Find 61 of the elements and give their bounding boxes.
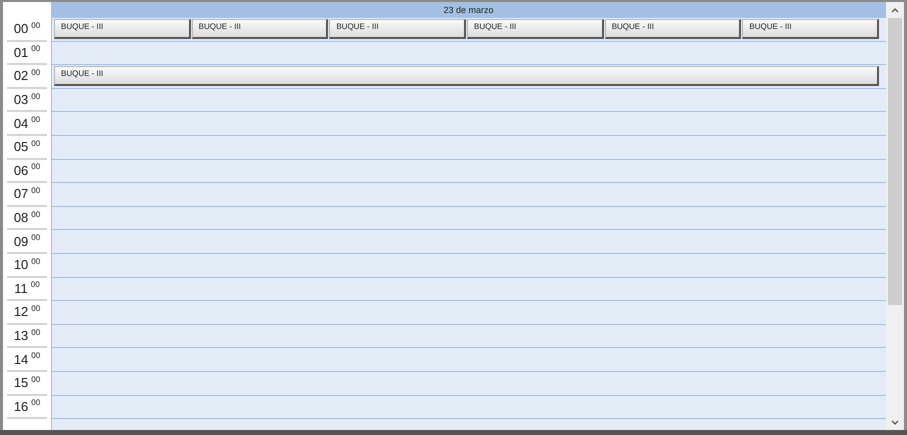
time-slot[interactable]: BUQUE - III [51, 65, 886, 89]
appointment[interactable]: BUQUE - III [329, 19, 466, 39]
hour-label: 14 [14, 352, 28, 366]
minutes-label: 00 [31, 352, 40, 360]
time-slot[interactable] [51, 230, 886, 254]
day-header: 23 de marzo [51, 2, 886, 18]
hour-label: 05 [14, 140, 28, 154]
time-slot[interactable] [51, 183, 886, 207]
minutes-label: 00 [31, 376, 40, 384]
hour-label: 03 [14, 93, 28, 106]
minutes-label: 00 [31, 140, 40, 148]
time-slot[interactable] [51, 348, 886, 372]
hour-label: 06 [14, 164, 28, 177]
minutes-label: 00 [31, 116, 40, 124]
minutes-label: 00 [31, 234, 40, 242]
minutes-label: 00 [31, 163, 40, 172]
time-slot[interactable] [51, 112, 886, 136]
minutes-label: 00 [30, 281, 40, 290]
hour-label: 00 [14, 22, 28, 36]
minutes-label: 00 [31, 210, 40, 219]
hour-label: 10 [14, 258, 28, 272]
hour-label: 07 [14, 187, 28, 200]
hour-label: 08 [14, 211, 28, 224]
time-slot[interactable] [51, 372, 886, 396]
appointment[interactable]: BUQUE - III [54, 19, 191, 39]
time-slot[interactable] [51, 42, 886, 66]
minutes-label: 00 [31, 22, 40, 30]
time-slot[interactable] [51, 254, 886, 278]
hour-label: 16 [14, 400, 28, 413]
appointment[interactable]: BUQUE - III [192, 19, 328, 39]
time-slot[interactable] [51, 160, 886, 184]
time-slot[interactable] [51, 88, 886, 112]
time-slot[interactable] [51, 206, 886, 230]
appointment[interactable]: BUQUE - III [467, 19, 604, 39]
time-slot[interactable] [51, 136, 886, 160]
time-slot[interactable]: BUQUE - III BUQUE - III BUQUE - III BUQUE - III BUQUE - III BUQUE - III [51, 18, 886, 42]
time-slot[interactable] [51, 301, 886, 325]
minutes-label: 00 [31, 186, 40, 195]
appointment[interactable]: BUQUE - III [742, 19, 880, 39]
minutes-label: 00 [31, 92, 40, 101]
chevron-up-icon [891, 8, 899, 12]
appointment[interactable]: BUQUE - III [604, 19, 742, 39]
hour-label: 12 [14, 305, 28, 318]
hour-label: 09 [14, 234, 28, 248]
scrollbar-thumb[interactable] [888, 18, 902, 305]
minutes-label: 00 [31, 304, 40, 313]
minutes-label: 00 [31, 399, 40, 408]
minutes-label: 00 [31, 68, 40, 77]
hour-label: 15 [14, 376, 28, 390]
hour-label: 11 [14, 282, 28, 295]
hour-label: 01 [14, 46, 28, 59]
time-slot[interactable] [51, 324, 886, 348]
minutes-label: 00 [31, 258, 40, 266]
chevron-down-icon [891, 420, 899, 424]
minutes-label: 00 [31, 328, 40, 337]
hour-label: 02 [14, 69, 28, 82]
hour-label: 13 [14, 329, 28, 342]
minutes-label: 00 [31, 45, 40, 54]
appointment[interactable]: BUQUE - III [54, 66, 879, 86]
hour-label: 04 [14, 116, 28, 130]
time-slot[interactable] [51, 278, 886, 302]
